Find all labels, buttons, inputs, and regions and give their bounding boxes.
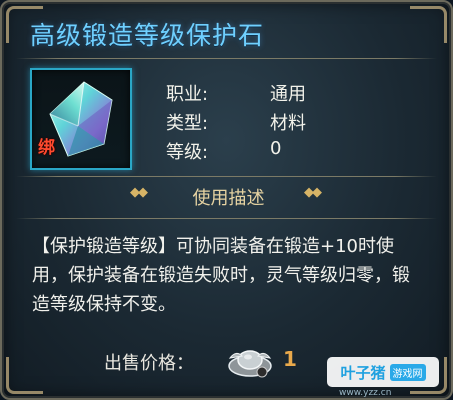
item-title: 高级锻造等级保护石 [30, 21, 265, 50]
silver-ingot-icon [228, 350, 272, 378]
section-title: 使用描述 [192, 188, 265, 209]
attr-profession-value: 通用 [270, 84, 306, 105]
attr-level-value: 0 [270, 138, 282, 159]
price-label: 出售价格： [104, 353, 194, 374]
attr-type-value: 材料 [270, 113, 306, 134]
watermark-tag: 游戏网 [389, 363, 426, 381]
attr-type-label: 类型: [166, 113, 209, 134]
site-watermark: 叶子猪 游戏网 [327, 357, 439, 387]
divider [16, 218, 437, 219]
item-tooltip-panel: 高级锻造等级保护石 绑 职业: 通用 类型: 材料 等级: 0 ◆◆ 使用描述 … [0, 0, 453, 400]
attr-profession-label: 职业: [166, 84, 209, 105]
item-description: 【保护锻造等级】可协同装备在锻造+10时使用，保护装备在锻造失败时，灵气等级归零… [32, 236, 410, 315]
divider [16, 176, 437, 177]
item-icon-slot[interactable]: 绑 [30, 68, 132, 170]
price-value: 1 [283, 347, 297, 371]
bind-badge: 绑 [38, 138, 55, 158]
diamond-ornament-right: ◆◆ [304, 185, 322, 200]
divider [16, 58, 437, 59]
corner-ornament [6, 357, 43, 394]
watermark-url: www.yzz.cn [339, 388, 392, 398]
corner-ornament [410, 6, 447, 43]
watermark-name: 叶子猪 [340, 363, 386, 382]
attr-level-label: 等级: [166, 142, 209, 163]
